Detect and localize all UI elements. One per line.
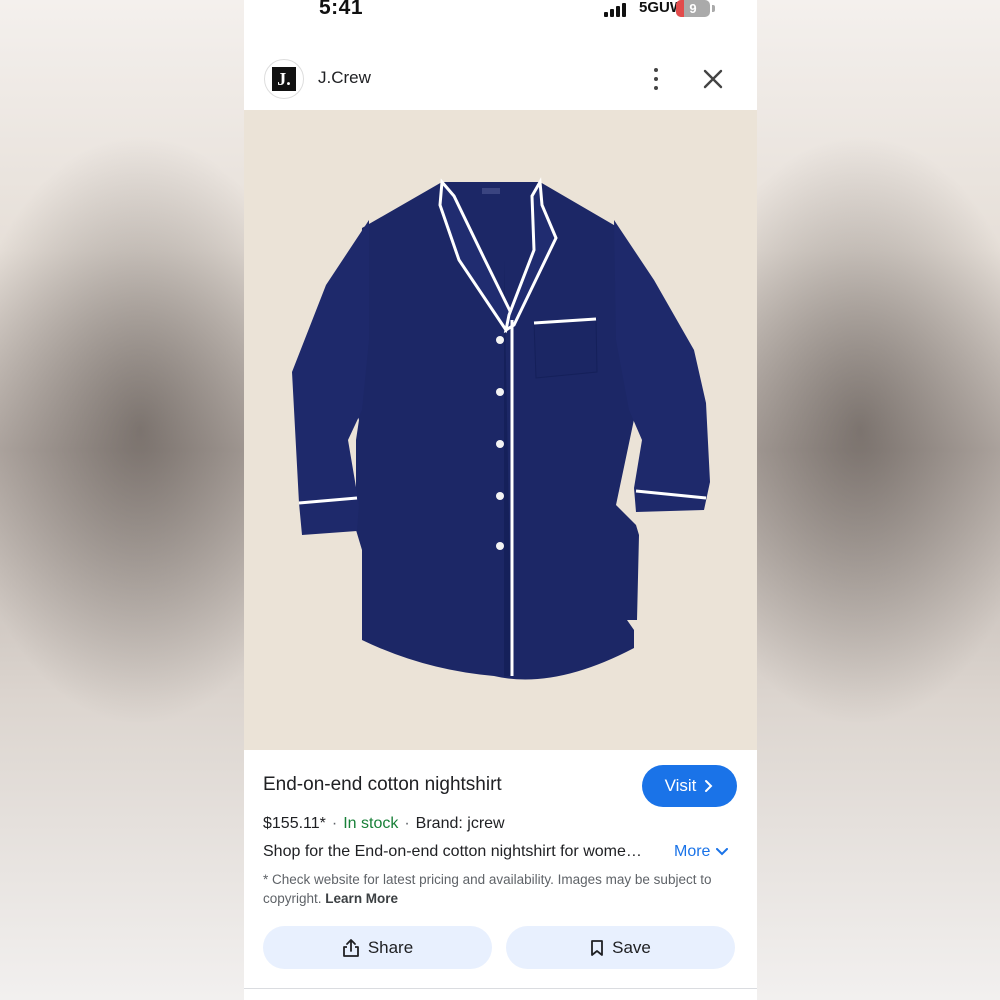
separator-dot: ·	[331, 815, 338, 832]
more-button[interactable]: More	[674, 843, 729, 861]
signal-icon	[604, 3, 630, 17]
stock-status: In stock	[343, 815, 399, 832]
brand-logo-mark: J.	[272, 67, 296, 91]
chevron-down-icon	[716, 848, 729, 856]
visit-label: Visit	[664, 776, 697, 795]
status-time: 5:41	[319, 0, 364, 19]
battery-icon: 9	[676, 0, 710, 17]
battery-level: 9	[689, 1, 697, 16]
product-meta: $155.11* · In stock · Brand: jcrew	[263, 815, 505, 833]
brand-name[interactable]: J.Crew	[318, 68, 371, 88]
product-brand: Brand: jcrew	[415, 815, 505, 832]
battery-nub	[712, 5, 715, 12]
nightshirt-illustration	[292, 177, 710, 680]
more-label: More	[674, 843, 711, 860]
share-label: Share	[367, 937, 414, 957]
visit-button[interactable]: Visit	[642, 765, 737, 807]
save-label: Save	[612, 937, 651, 957]
product-price: $155.11*	[263, 815, 326, 832]
close-icon[interactable]	[700, 66, 726, 92]
save-button[interactable]: Save	[506, 926, 735, 969]
share-icon	[342, 938, 359, 957]
learn-more-link[interactable]: Learn More	[325, 891, 398, 906]
more-vert-icon[interactable]	[646, 66, 666, 92]
bottom-divider	[244, 988, 757, 989]
share-button[interactable]: Share	[263, 926, 492, 969]
separator-dot: ·	[404, 815, 410, 832]
product-description: Shop for the End-on-end cotton nightshir…	[263, 843, 642, 860]
brand-logo[interactable]: J.	[264, 59, 304, 99]
disclaimer: * Check website for latest pricing and a…	[263, 870, 743, 908]
chevron-right-icon	[705, 780, 713, 792]
product-title[interactable]: End-on-end cotton nightshirt	[263, 774, 502, 796]
bookmark-icon	[591, 939, 604, 956]
product-image[interactable]	[244, 110, 757, 750]
phone-screen: 5:41 5GUW 9 J. J.Crew End-on-end cotton …	[244, 0, 757, 1000]
